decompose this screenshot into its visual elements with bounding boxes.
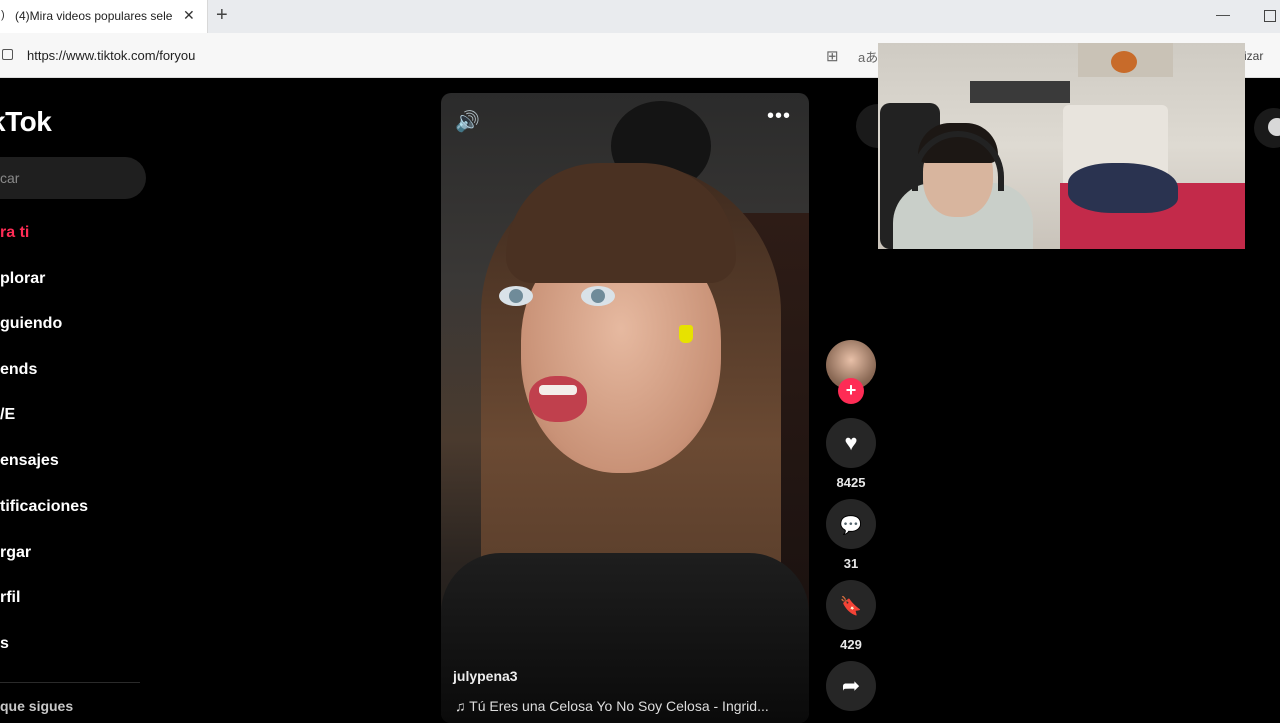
nav-messages[interactable]: ensajes — [0, 452, 59, 470]
webcam-window — [970, 81, 1070, 103]
save-button[interactable]: 🔖 — [826, 580, 876, 630]
url-field[interactable]: https://www.tiktok.com/foryou — [27, 48, 195, 63]
nav-more[interactable]: s — [0, 635, 9, 653]
new-tab-button[interactable]: + — [216, 4, 228, 27]
tab-close-icon[interactable]: ✕ — [183, 7, 195, 24]
following-accounts-header: que sigues — [0, 698, 74, 714]
webcam-clothes — [1068, 163, 1178, 213]
lock-icon[interactable] — [2, 49, 13, 60]
tiktok-logo[interactable]: kTok — [0, 106, 52, 138]
nav-profile[interactable]: rfil — [0, 589, 20, 607]
nav-upload[interactable]: rgar — [0, 544, 31, 562]
nav-following[interactable]: guiendo — [0, 315, 62, 333]
video-username[interactable]: julypena3 — [453, 668, 518, 684]
minimize-icon[interactable]: — — [1216, 6, 1230, 22]
apps-icon[interactable]: ⊞ — [826, 47, 839, 65]
video-song-title[interactable]: ♫ Tú Eres una Celosa Yo No Soy Celosa - … — [455, 698, 800, 714]
tab-audio-icon[interactable]: ) — [1, 9, 5, 21]
heart-icon: ♥ — [844, 430, 858, 455]
comment-button[interactable]: 💬 — [826, 499, 876, 549]
comment-count: 31 — [843, 556, 859, 571]
webcam-overlay — [878, 43, 1245, 249]
search-input[interactable]: car — [0, 157, 146, 199]
browser-tab[interactable]: ) (4)Mira videos populares sele ✕ — [0, 0, 208, 33]
nav-for-you[interactable]: ra ti — [0, 224, 29, 242]
video-subject-eye — [499, 286, 533, 306]
toolbar-partial-label[interactable]: izar — [1244, 49, 1263, 63]
video-subject-mouth — [529, 376, 587, 422]
nav-notifications[interactable]: tificaciones — [0, 498, 88, 516]
nav-friends[interactable]: ends — [0, 361, 37, 379]
like-count: 8425 — [836, 475, 866, 490]
maximize-icon[interactable] — [1264, 10, 1276, 22]
webcam-pumpkin — [1111, 51, 1137, 73]
like-button[interactable]: ♥ — [826, 418, 876, 468]
nav-explore[interactable]: plorar — [0, 270, 45, 288]
tab-title: (4)Mira videos populares sele — [15, 9, 173, 23]
follow-plus-button[interactable]: + — [838, 378, 864, 404]
profile-menu-icon[interactable] — [1254, 108, 1280, 148]
search-placeholder: car — [0, 170, 20, 186]
browser-tab-bar: ) (4)Mira videos populares sele ✕ + — — [0, 0, 1280, 33]
pointer-cursor-icon — [679, 325, 693, 343]
volume-icon[interactable]: 🔊 — [455, 109, 480, 134]
sidebar-divider — [0, 682, 140, 683]
nav-live[interactable]: /E — [0, 406, 15, 424]
video-subject-eye — [581, 286, 615, 306]
more-options-icon[interactable]: ••• — [767, 105, 791, 128]
share-button[interactable]: ➦ — [826, 661, 876, 711]
read-aloud-icon[interactable]: aあ — [858, 47, 878, 66]
video-player[interactable]: 🔊 ••• julypena3 ♫ Tú Eres una Celosa Yo … — [441, 93, 809, 723]
bookmark-icon: 🔖 — [839, 596, 863, 616]
share-icon: ➦ — [841, 673, 861, 698]
comment-icon: 💬 — [839, 515, 863, 535]
save-count: 429 — [840, 637, 862, 652]
